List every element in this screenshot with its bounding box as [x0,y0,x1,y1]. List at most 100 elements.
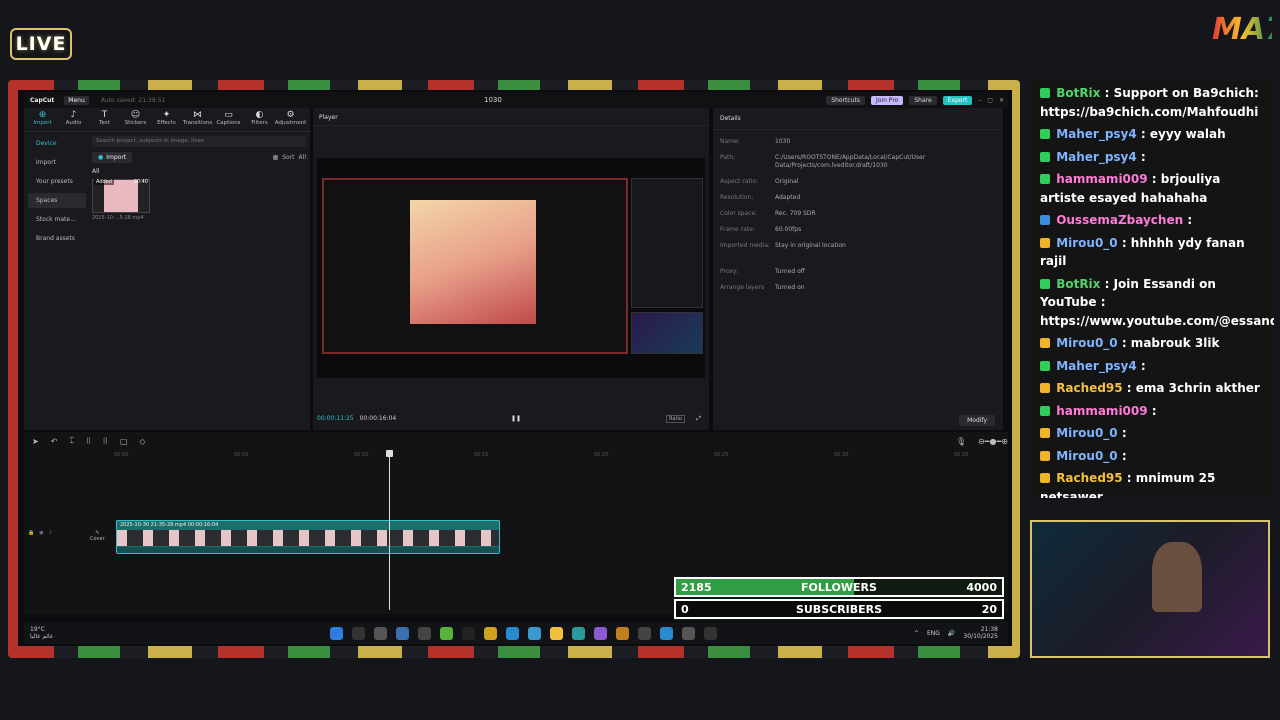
video-clip[interactable]: 2025-10-30 21-35-28.mp4 00:00:16:04 [116,520,500,554]
lock-icon[interactable]: 🔒 [28,530,34,536]
split-icon[interactable]: ⌶ [69,436,74,446]
app-icon[interactable] [528,626,541,640]
transitions-icon: ⋈ [193,110,202,120]
volume-icon[interactable]: 🔊 [948,630,955,637]
chat-username[interactable]: BotRix [1056,86,1100,100]
shortcuts-button[interactable]: Shortcuts [826,95,865,105]
app-icon[interactable] [638,626,651,640]
app-icon[interactable] [418,626,431,640]
nav-presets[interactable]: Your presets [28,174,86,189]
tool-effects[interactable]: ✦ Effects [152,110,181,129]
audio-toggle-icon[interactable]: ♪ [49,530,52,536]
export-button[interactable]: Export [942,95,973,105]
view-toggle-icon[interactable]: ▦ [273,154,279,161]
minimize-icon[interactable]: – [978,97,981,104]
chat-username[interactable]: Rached95 [1056,471,1122,485]
undo-icon[interactable]: ↶ [51,437,58,446]
select-icon[interactable]: ➤ [32,437,39,446]
delete-icon[interactable]: ▢ [120,437,128,446]
maximize-icon[interactable]: ▢ [987,97,993,104]
nav-brand-assets[interactable]: Brand assets [28,231,86,246]
ratio-button[interactable]: Ratio [666,414,685,423]
chat-username[interactable]: Rached95 [1056,381,1122,395]
app-icon[interactable] [616,626,629,640]
playhead[interactable] [386,450,393,610]
chat-badge-icon [1040,405,1050,416]
tool-stickers[interactable]: ☺ Stickers [121,110,150,129]
media-thumbnail[interactable]: Added 00:40 [92,179,150,213]
edge-icon[interactable] [660,626,673,640]
chat-username[interactable]: hammami009 [1056,172,1147,186]
close-icon[interactable]: ✕ [999,97,1004,104]
player-canvas[interactable] [317,158,705,378]
file-explorer-icon[interactable] [550,626,563,640]
clock[interactable]: 21:38 30/10/2025 [963,626,998,640]
nav-stock[interactable]: Stock mate... [28,212,86,227]
app-icon[interactable] [572,626,585,640]
chat-username[interactable]: Mirou0_0 [1056,236,1117,250]
sort-button[interactable]: Sort [282,154,294,161]
lang-indicator[interactable]: ENG [927,630,940,637]
mic-icon[interactable]: 🎙 [956,437,966,446]
chat-message: Rached95 : mnimum 25 netsawer [1040,469,1268,498]
chat-username[interactable]: hammami009 [1056,404,1147,418]
chat-username[interactable]: Maher_psy4 [1056,127,1137,141]
nav-device[interactable]: Device [28,136,86,151]
split-left-icon[interactable]: ⌷ [86,436,91,446]
nav-spaces[interactable]: Spaces [28,193,86,208]
join-pro-button[interactable]: Join Pro [870,95,904,105]
chat-username[interactable]: OussemaZbaychen [1056,213,1183,227]
app-icon[interactable] [462,626,475,640]
task-view-icon[interactable] [374,626,387,640]
app-icon[interactable] [506,626,519,640]
chat-message: Mirou0_0 : hhhhh ydy fanan rajil [1040,234,1268,271]
chat-username[interactable]: BotRix [1056,277,1100,291]
project-title: 1030 [484,96,502,104]
nav-import[interactable]: Import [28,155,86,170]
menu-button[interactable]: Menu [64,95,89,105]
chat-badge-icon [1040,215,1050,225]
chat-username[interactable]: Mirou0_0 [1056,426,1117,440]
modify-button[interactable]: Modify [959,415,995,426]
marker-icon[interactable]: ◇ [139,437,145,446]
cover-button[interactable]: ✎ Cover [90,530,105,542]
windows-start-icon[interactable] [330,626,343,640]
import-button[interactable]: Import [92,152,133,163]
tool-transitions[interactable]: ⋈ Transitions [183,110,212,129]
chat-username[interactable]: Mirou0_0 [1056,336,1117,350]
track-controls: 🔒 ◉ ♪ [28,530,52,536]
app-icon[interactable] [440,626,453,640]
fullscreen-icon[interactable]: ⤢ [696,415,701,423]
app-icon[interactable] [594,626,607,640]
tool-audio[interactable]: ♪ Audio [59,110,88,129]
tool-filters[interactable]: ◐ Filters [245,110,274,129]
tool-text[interactable]: T Text [90,110,119,129]
player-panel: Player 00:00:11:25 00:00:16:04 ❚❚ Ratio … [313,108,709,430]
filter-all-button[interactable]: All [299,154,306,161]
all-tab[interactable]: All [92,168,306,175]
live-badge: LIVE [10,28,72,60]
weather-widget[interactable]: 19°C غائم غالبا [30,626,53,640]
chat-username[interactable]: Maher_psy4 [1056,359,1137,373]
chat-username[interactable]: Maher_psy4 [1056,150,1137,164]
chat-message: BotRix : Join Essandi on YouTube : https… [1040,275,1274,331]
chat-message: Mirou0_0 : [1040,424,1268,443]
app-icon[interactable] [484,626,497,640]
zoom-slider[interactable]: ⊖━●━⊕ [978,437,1008,446]
pause-icon[interactable]: ❚❚ [511,415,521,422]
split-right-icon[interactable]: ⌷ [103,436,108,446]
tool-captions[interactable]: ▭ Captions [214,110,243,129]
widgets-icon[interactable] [396,626,409,640]
media-search-input[interactable]: Search project, subjects in image, lines [92,136,306,147]
search-icon[interactable] [352,626,365,640]
tool-import[interactable]: ⊕ Import [28,110,57,129]
eye-icon[interactable]: ◉ [39,530,43,536]
app-icon[interactable] [682,626,695,640]
tool-adjustment[interactable]: ⚙ Adjustment [275,110,307,129]
text-icon: T [101,110,108,120]
share-button[interactable]: Share [909,95,937,105]
chat-username[interactable]: Mirou0_0 [1056,449,1117,463]
capcut-icon[interactable] [704,626,717,640]
chat-badge-icon [1040,237,1050,248]
chevron-up-icon[interactable]: ^ [914,630,919,637]
